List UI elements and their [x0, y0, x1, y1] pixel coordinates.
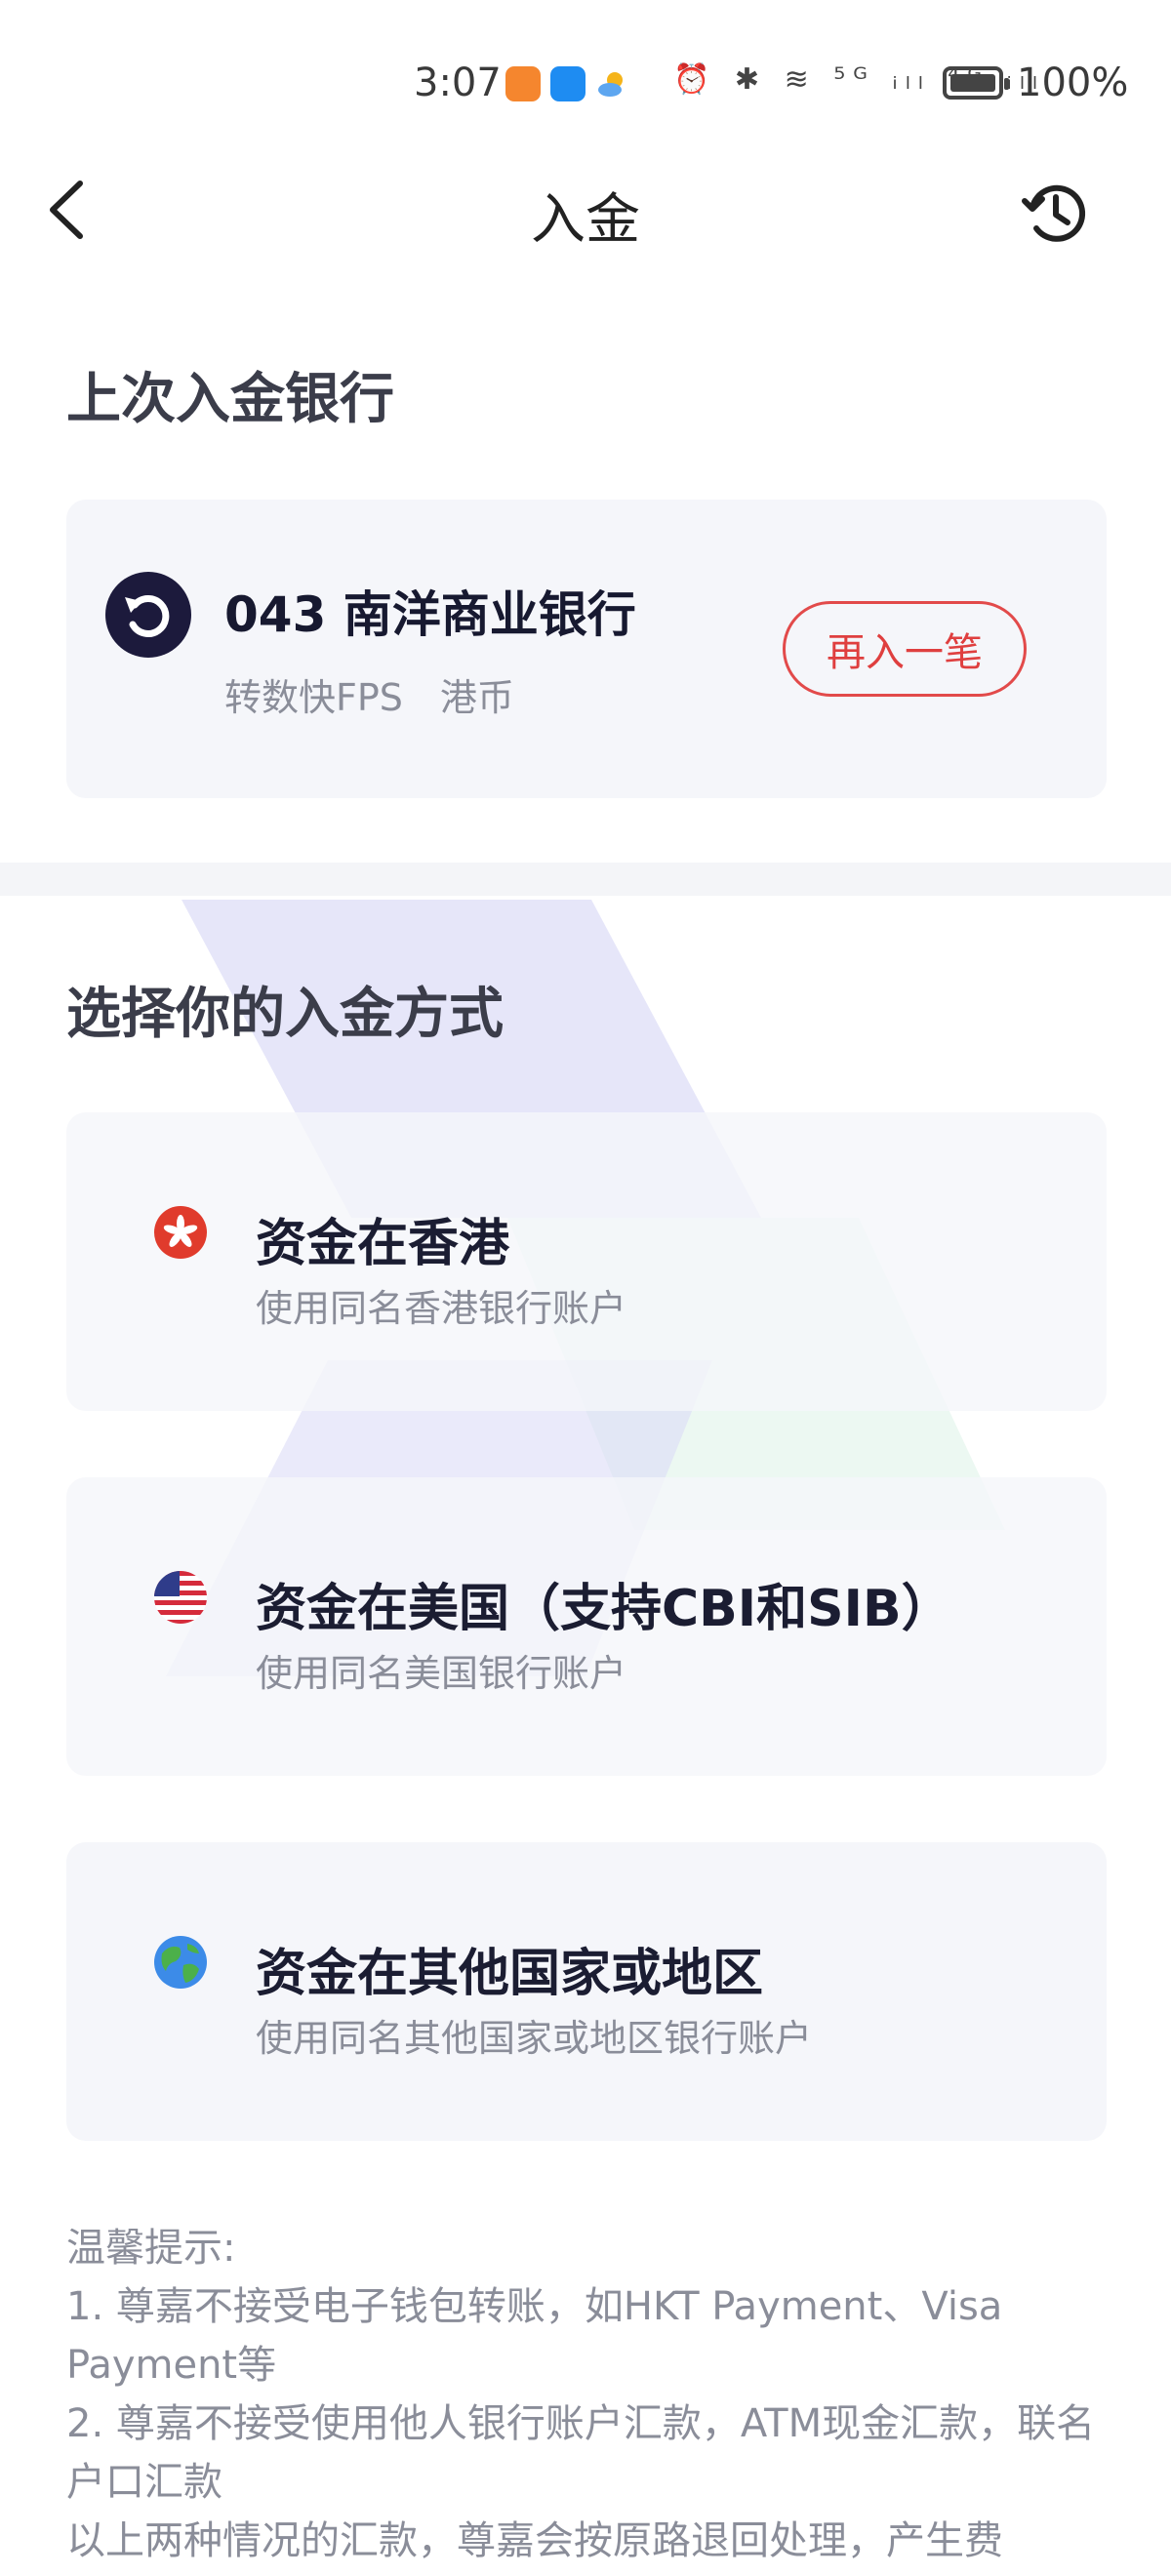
method-title-other: 资金在其他国家或地区: [256, 1945, 764, 2003]
last-bank-section-title: 上次入金银行: [66, 368, 394, 431]
section-divider: [0, 863, 1171, 896]
method-title-hong-kong: 资金在香港: [256, 1215, 510, 1273]
bank-name: 043 南洋商业银行: [224, 586, 636, 643]
us-flag-icon: [154, 1571, 207, 1624]
tips-line-1: 1. 尊嘉不接受电子钱包转账，如HKT Payment、Visa Payment…: [66, 2284, 1003, 2388]
history-icon: [1022, 184, 1086, 242]
method-subtitle-us: 使用同名美国银行账户: [256, 1652, 627, 1695]
tips-line-3: 以上两种情况的汇款，尊嘉会按原路退回处理，产生费: [66, 2518, 1003, 2563]
battery-icon: [943, 66, 1009, 100]
deposit-again-button[interactable]: 再入一笔: [783, 601, 1027, 697]
globe-icon: [154, 1936, 207, 1989]
weather-icon: [595, 66, 630, 101]
search-app-icon: [550, 66, 586, 101]
status-time: 3:07: [414, 60, 502, 105]
page-title: 入金: [531, 188, 640, 252]
history-button[interactable]: [1019, 178, 1091, 250]
bank-method-currency: 转数快FPS 港币: [224, 676, 514, 719]
battery-level: 100%: [1017, 60, 1129, 105]
tips-line-2: 2. 尊嘉不接受使用他人银行账户汇款，ATM现金汇款，联名户口汇款: [66, 2401, 1096, 2505]
methods-section-title: 选择你的入金方式: [66, 983, 504, 1046]
bank-logo-icon: [105, 572, 191, 658]
method-subtitle-other: 使用同名其他国家或地区银行账户: [256, 2017, 813, 2060]
method-subtitle-hong-kong: 使用同名香港银行账户: [256, 1287, 627, 1330]
app-notification-icon: [505, 66, 541, 101]
status-bar: 3:07 ⏰ ✱ ≋ ⁵ᴳ ᵢₗₗ ⁴ᴳ ᵢₗₗ 100%: [0, 0, 1171, 171]
method-card-hong-kong[interactable]: [66, 1112, 1107, 1411]
method-title-us: 资金在美国（支持CBI和SIB）: [256, 1580, 952, 1638]
tips-heading: 温馨提示:: [66, 2226, 236, 2271]
tips-section: 温馨提示: 1. 尊嘉不接受电子钱包转账，如HKT Payment、Visa P…: [66, 2219, 1110, 2570]
hong-kong-flag-icon: [154, 1206, 207, 1259]
